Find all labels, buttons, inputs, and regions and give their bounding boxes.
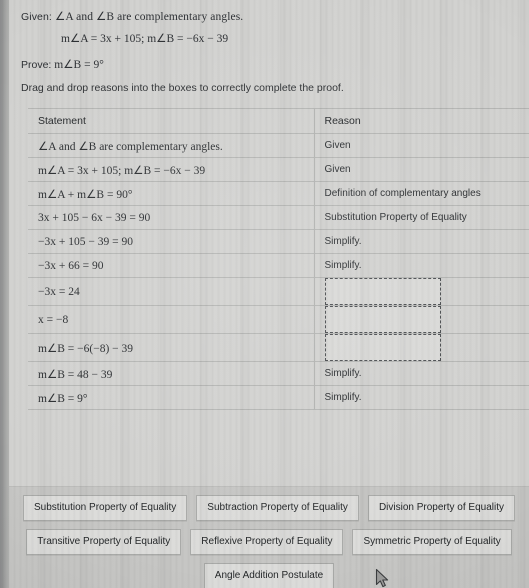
statement-cell: m∠B = 48 − 39 bbox=[28, 361, 315, 386]
proof-table-body: ∠A and ∠B are complementary angles. Given… bbox=[28, 133, 529, 410]
reason-cell: Given bbox=[314, 133, 529, 158]
table-row: −3x + 66 = 90 Simplify. bbox=[28, 253, 529, 278]
reason-dropzone[interactable] bbox=[324, 306, 441, 333]
prove-text: m∠B = 9° bbox=[54, 59, 104, 71]
given-label: Given: bbox=[21, 11, 52, 23]
instruction-text: Drag and drop reasons into the boxes to … bbox=[21, 82, 344, 94]
table-row: ∠A and ∠B are complementary angles. Given bbox=[28, 133, 529, 158]
statement-cell: m∠B = −6(−8) − 39 bbox=[28, 333, 315, 362]
reason-chip[interactable]: Angle Addition Postulate bbox=[203, 563, 335, 588]
table-row: m∠B = 9° Simplify. bbox=[28, 385, 529, 410]
reason-dropzone-cell bbox=[314, 333, 529, 362]
statement-cell: −3x + 66 = 90 bbox=[28, 253, 315, 278]
statement-cell: m∠A + m∠B = 90° bbox=[28, 181, 315, 206]
given-text: ∠A and ∠B are complementary angles. bbox=[54, 11, 244, 23]
proof-activity-page: Given: ∠A and ∠B are complementary angle… bbox=[9, 0, 529, 588]
statement-cell: −3x + 105 − 39 = 90 bbox=[28, 229, 315, 254]
reason-cell: Given bbox=[314, 157, 529, 182]
prove-label: Prove: bbox=[21, 59, 52, 71]
table-row: m∠B = 48 − 39 Simplify. bbox=[28, 361, 529, 386]
reason-cell: Simplify. bbox=[314, 253, 529, 278]
reason-chip[interactable]: Symmetric Property of Equality bbox=[352, 529, 512, 555]
reason-chip[interactable]: Substitution Property of Equality bbox=[22, 495, 188, 521]
reason-cell: Simplify. bbox=[314, 385, 529, 410]
statement-cell: m∠B = 9° bbox=[28, 385, 315, 410]
reason-dropzone-cell bbox=[314, 277, 529, 306]
reason-cell: Simplify. bbox=[314, 229, 529, 254]
reason-tray-row-1: Substitution Property of Equality Subtrac… bbox=[9, 495, 529, 521]
column-header-statement: Statement bbox=[28, 108, 315, 134]
table-row: m∠A + m∠B = 90° Definition of complementa… bbox=[28, 181, 529, 206]
reason-dropzone[interactable] bbox=[324, 278, 441, 305]
reason-tray: Substitution Property of Equality Subtrac… bbox=[9, 486, 529, 588]
screen-bezel-strip bbox=[0, 0, 9, 588]
proof-table: Statement Reason ∠A and ∠B are complemen… bbox=[28, 108, 529, 410]
reason-cell: Simplify. bbox=[314, 361, 529, 386]
reason-tray-row-2: Transitive Property of Equality Reflexive… bbox=[9, 529, 529, 555]
table-row: m∠A = 3x + 105; m∠B = −6x − 39 Given bbox=[28, 157, 529, 182]
reason-dropzone[interactable] bbox=[324, 334, 441, 361]
table-row: x = −8 bbox=[28, 305, 529, 334]
reason-cell: Definition of complementary angles bbox=[314, 181, 529, 206]
table-row: m∠B = −6(−8) − 39 bbox=[28, 333, 529, 362]
table-row: 3x + 105 − 6x − 39 = 90 Substitution Prop… bbox=[28, 205, 529, 230]
reason-cell: Substitution Property of Equality bbox=[314, 205, 529, 230]
table-header-row: Statement Reason bbox=[28, 108, 529, 134]
reason-chip[interactable]: Division Property of Equality bbox=[367, 495, 515, 521]
table-row: −3x + 105 − 39 = 90 Simplify. bbox=[28, 229, 529, 254]
reason-chip[interactable]: Subtraction Property of Equality bbox=[196, 495, 359, 521]
statement-cell: −3x = 24 bbox=[28, 277, 315, 306]
prove-statement: Prove: m∠B = 9° bbox=[21, 57, 104, 74]
reason-dropzone-cell bbox=[314, 305, 529, 334]
statement-cell: 3x + 105 − 6x − 39 = 90 bbox=[28, 205, 315, 230]
reason-chip[interactable]: Reflexive Property of Equality bbox=[190, 529, 344, 555]
statement-cell: ∠A and ∠B are complementary angles. bbox=[28, 133, 315, 158]
given-equations: m∠A = 3x + 105; m∠B = −6x − 39 bbox=[61, 33, 229, 45]
statement-cell: m∠A = 3x + 105; m∠B = −6x − 39 bbox=[28, 157, 315, 182]
given-statement: Given: ∠A and ∠B are complementary angle… bbox=[21, 9, 243, 26]
column-header-reason: Reason bbox=[314, 108, 529, 134]
reason-chip[interactable]: Transitive Property of Equality bbox=[26, 529, 182, 555]
table-row: −3x = 24 bbox=[28, 277, 529, 306]
statement-cell: x = −8 bbox=[28, 305, 315, 334]
reason-tray-row-3: Angle Addition Postulate bbox=[9, 563, 529, 588]
